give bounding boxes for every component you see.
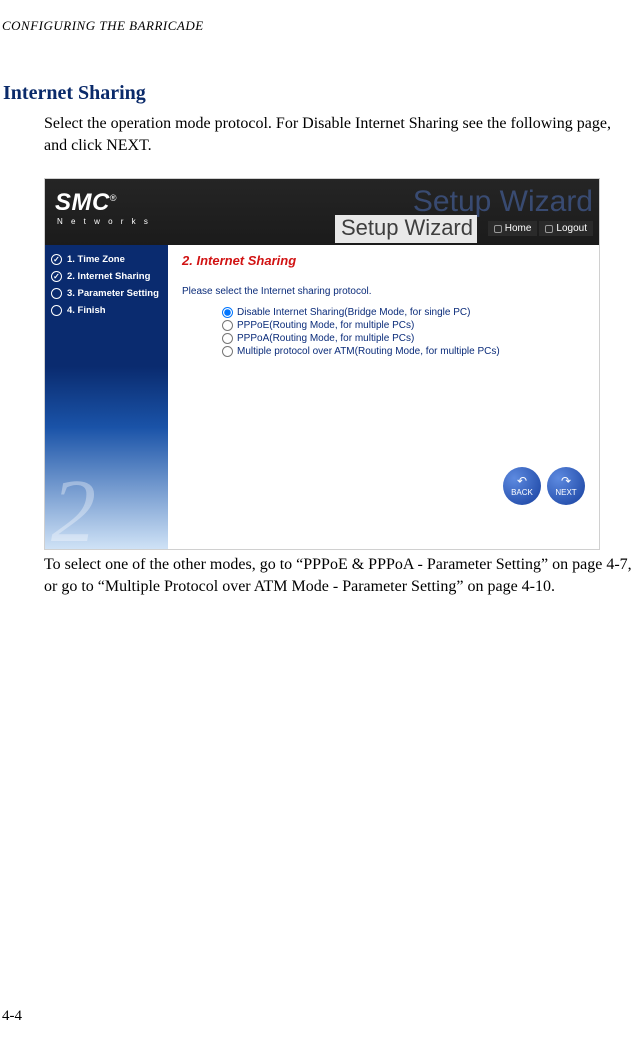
sidebar-item-internet-sharing[interactable]: ✓ 2. Internet Sharing <box>45 268 168 285</box>
running-head: CONFIGURING THE BARRICADE <box>0 18 642 34</box>
sidebar-item-label: 2. Internet Sharing <box>67 271 150 282</box>
option-label: PPPoA(Routing Mode, for multiple PCs) <box>237 333 414 344</box>
nav-buttons: ↶ BACK ↷ NEXT <box>503 467 585 505</box>
setup-wizard-title: Setup Wizard <box>335 215 477 243</box>
logo-registered: ® <box>110 193 117 203</box>
protocol-options: Disable Internet Sharing(Bridge Mode, fo… <box>222 307 587 357</box>
step-title: 2. Internet Sharing <box>182 253 587 268</box>
outro-paragraph: To select one of the other modes, go to … <box>44 554 638 597</box>
check-icon: ✓ <box>51 271 62 282</box>
sidebar-item-label: 3. Parameter Setting <box>67 288 159 299</box>
sidebar-step-number: 2 <box>51 480 96 543</box>
option-label: Disable Internet Sharing(Bridge Mode, fo… <box>237 307 470 318</box>
intro-paragraph: Select the operation mode protocol. For … <box>44 113 638 156</box>
radio-input[interactable] <box>222 346 233 357</box>
next-label: NEXT <box>555 488 576 497</box>
header-links: Home Logout <box>488 221 593 236</box>
logo-text: SMC <box>55 189 110 216</box>
back-label: BACK <box>511 488 533 497</box>
next-button[interactable]: ↷ NEXT <box>547 467 585 505</box>
arrow-right-icon: ↷ <box>561 475 571 487</box>
step-instruction: Please select the Internet sharing proto… <box>182 286 587 297</box>
option-label: PPPoE(Routing Mode, for multiple PCs) <box>237 320 414 331</box>
circle-icon <box>51 288 62 299</box>
back-button[interactable]: ↶ BACK <box>503 467 541 505</box>
circle-icon <box>51 305 62 316</box>
home-label: Home <box>505 223 532 234</box>
section-title: Internet Sharing <box>3 82 642 105</box>
radio-input[interactable] <box>222 320 233 331</box>
smc-logo: SMC® <box>55 189 117 217</box>
check-icon: ✓ <box>51 254 62 265</box>
option-atm[interactable]: Multiple protocol over ATM(Routing Mode,… <box>222 346 587 357</box>
screenshot-header: SMC® N e t w o r k s Setup Wizard Setup … <box>45 179 599 245</box>
radio-input[interactable] <box>222 307 233 318</box>
home-icon <box>494 225 502 233</box>
logo-subtext: N e t w o r k s <box>57 217 151 226</box>
sidebar-item-label: 4. Finish <box>67 305 106 316</box>
setup-wizard-watermark: Setup Wizard <box>413 185 593 219</box>
logout-label: Logout <box>556 223 587 234</box>
wizard-main: 2. Internet Sharing Please select the In… <box>168 245 599 549</box>
logout-icon <box>545 225 553 233</box>
option-label: Multiple protocol over ATM(Routing Mode,… <box>237 346 500 357</box>
logout-link[interactable]: Logout <box>539 221 593 236</box>
option-pppoa[interactable]: PPPoA(Routing Mode, for multiple PCs) <box>222 333 587 344</box>
sidebar-item-finish[interactable]: 4. Finish <box>45 302 168 319</box>
setup-wizard-screenshot: SMC® N e t w o r k s Setup Wizard Setup … <box>44 178 600 550</box>
arrow-left-icon: ↶ <box>517 475 527 487</box>
sidebar-item-label: 1. Time Zone <box>67 254 125 265</box>
screenshot-body: ✓ 1. Time Zone ✓ 2. Internet Sharing 3. … <box>45 245 599 549</box>
home-link[interactable]: Home <box>488 221 538 236</box>
radio-input[interactable] <box>222 333 233 344</box>
page-number: 4-4 <box>2 1008 22 1025</box>
option-pppoe[interactable]: PPPoE(Routing Mode, for multiple PCs) <box>222 320 587 331</box>
sidebar-item-timezone[interactable]: ✓ 1. Time Zone <box>45 251 168 268</box>
sidebar-item-parameter[interactable]: 3. Parameter Setting <box>45 285 168 302</box>
wizard-sidebar: ✓ 1. Time Zone ✓ 2. Internet Sharing 3. … <box>45 245 168 549</box>
option-disable-sharing[interactable]: Disable Internet Sharing(Bridge Mode, fo… <box>222 307 587 318</box>
